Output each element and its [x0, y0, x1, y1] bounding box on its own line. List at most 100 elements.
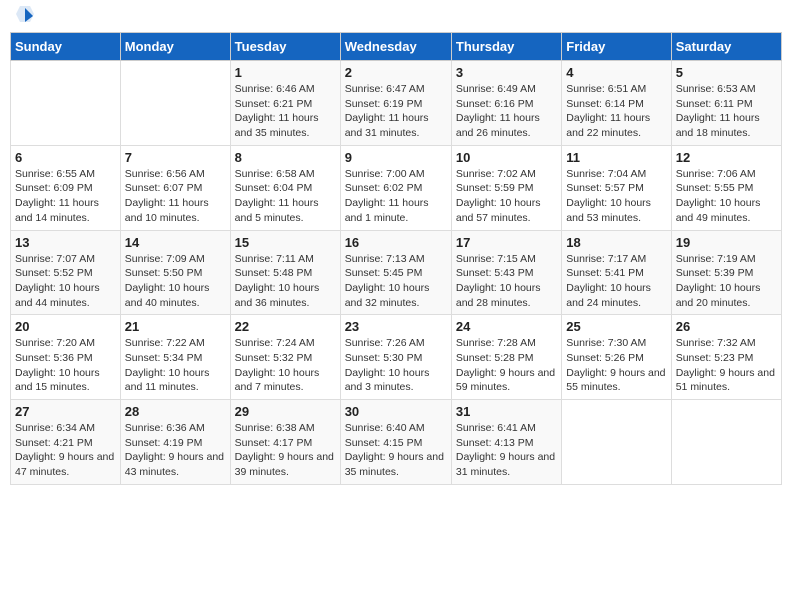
day-number: 13	[15, 235, 116, 250]
day-number: 8	[235, 150, 336, 165]
day-number: 22	[235, 319, 336, 334]
day-info: Sunrise: 6:47 AM Sunset: 6:19 PM Dayligh…	[345, 82, 447, 141]
calendar-cell: 16 Sunrise: 7:13 AM Sunset: 5:45 PM Dayli…	[340, 230, 451, 315]
day-info: Sunrise: 7:02 AM Sunset: 5:59 PM Dayligh…	[456, 167, 557, 226]
day-number: 31	[456, 404, 557, 419]
calendar-cell: 14 Sunrise: 7:09 AM Sunset: 5:50 PM Dayli…	[120, 230, 230, 315]
day-number: 20	[15, 319, 116, 334]
day-number: 4	[566, 65, 666, 80]
day-info: Sunrise: 7:11 AM Sunset: 5:48 PM Dayligh…	[235, 252, 336, 311]
calendar-cell: 25 Sunrise: 7:30 AM Sunset: 5:26 PM Dayli…	[562, 315, 671, 400]
calendar-cell: 18 Sunrise: 7:17 AM Sunset: 5:41 PM Dayli…	[562, 230, 671, 315]
day-info: Sunrise: 7:09 AM Sunset: 5:50 PM Dayligh…	[125, 252, 226, 311]
calendar-cell: 7 Sunrise: 6:56 AM Sunset: 6:07 PM Daylig…	[120, 145, 230, 230]
day-number: 23	[345, 319, 447, 334]
calendar-week-1: 1Sunrise: 6:46 AM Sunset: 6:21 PM Daylig…	[11, 61, 782, 146]
column-header-thursday: Thursday	[451, 33, 561, 61]
day-info: Sunrise: 7:20 AM Sunset: 5:36 PM Dayligh…	[15, 336, 116, 395]
calendar-cell: 13 Sunrise: 7:07 AM Sunset: 5:52 PM Dayli…	[11, 230, 121, 315]
day-info: Sunrise: 7:32 AM Sunset: 5:23 PM Dayligh…	[676, 336, 777, 395]
column-header-tuesday: Tuesday	[230, 33, 340, 61]
calendar-cell: 31 Sunrise: 6:41 AM Sunset: 4:13 PM Dayli…	[451, 400, 561, 485]
calendar-cell: 2 Sunrise: 6:47 AM Sunset: 6:19 PM Daylig…	[340, 61, 451, 146]
calendar-cell: 17 Sunrise: 7:15 AM Sunset: 5:43 PM Dayli…	[451, 230, 561, 315]
calendar-cell: 3 Sunrise: 6:49 AM Sunset: 6:16 PM Daylig…	[451, 61, 561, 146]
logo	[14, 10, 34, 24]
day-info: Sunrise: 6:56 AM Sunset: 6:07 PM Dayligh…	[125, 167, 226, 226]
day-info: Sunrise: 6:40 AM Sunset: 4:15 PM Dayligh…	[345, 421, 447, 480]
day-number: 16	[345, 235, 447, 250]
day-number: 7	[125, 150, 226, 165]
calendar-week-4: 20 Sunrise: 7:20 AM Sunset: 5:36 PM Dayli…	[11, 315, 782, 400]
day-number: 2	[345, 65, 447, 80]
calendar-cell: 8 Sunrise: 6:58 AM Sunset: 6:04 PM Daylig…	[230, 145, 340, 230]
day-info: Sunrise: 7:04 AM Sunset: 5:57 PM Dayligh…	[566, 167, 666, 226]
calendar-cell: 15 Sunrise: 7:11 AM Sunset: 5:48 PM Dayli…	[230, 230, 340, 315]
day-info: Sunrise: 7:28 AM Sunset: 5:28 PM Dayligh…	[456, 336, 557, 395]
column-header-sunday: Sunday	[11, 33, 121, 61]
day-info: Sunrise: 6:38 AM Sunset: 4:17 PM Dayligh…	[235, 421, 336, 480]
calendar-cell: 4 Sunrise: 6:51 AM Sunset: 6:14 PM Daylig…	[562, 61, 671, 146]
day-info: Sunrise: 6:49 AM Sunset: 6:16 PM Dayligh…	[456, 82, 557, 141]
day-info: Sunrise: 6:53 AM Sunset: 6:11 PM Dayligh…	[676, 82, 777, 141]
day-info: Sunrise: 7:06 AM Sunset: 5:55 PM Dayligh…	[676, 167, 777, 226]
calendar-week-3: 13 Sunrise: 7:07 AM Sunset: 5:52 PM Dayli…	[11, 230, 782, 315]
day-number: 25	[566, 319, 666, 334]
day-number: 21	[125, 319, 226, 334]
day-info: Sunrise: 6:58 AM Sunset: 6:04 PM Dayligh…	[235, 167, 336, 226]
calendar-cell: 28Sunrise: 6:36 AM Sunset: 4:19 PM Dayli…	[120, 400, 230, 485]
calendar-cell	[120, 61, 230, 146]
calendar-cell: 26Sunrise: 7:32 AM Sunset: 5:23 PM Dayli…	[671, 315, 781, 400]
calendar-week-2: 6 Sunrise: 6:55 AM Sunset: 6:09 PM Daylig…	[11, 145, 782, 230]
day-info: Sunrise: 7:19 AM Sunset: 5:39 PM Dayligh…	[676, 252, 777, 311]
day-info: Sunrise: 6:34 AM Sunset: 4:21 PM Dayligh…	[15, 421, 116, 480]
calendar-cell	[562, 400, 671, 485]
day-number: 15	[235, 235, 336, 250]
day-number: 14	[125, 235, 226, 250]
calendar-cell: 19Sunrise: 7:19 AM Sunset: 5:39 PM Dayli…	[671, 230, 781, 315]
calendar-cell: 9 Sunrise: 7:00 AM Sunset: 6:02 PM Daylig…	[340, 145, 451, 230]
day-number: 11	[566, 150, 666, 165]
day-info: Sunrise: 7:30 AM Sunset: 5:26 PM Dayligh…	[566, 336, 666, 395]
column-header-saturday: Saturday	[671, 33, 781, 61]
day-number: 9	[345, 150, 447, 165]
day-info: Sunrise: 7:22 AM Sunset: 5:34 PM Dayligh…	[125, 336, 226, 395]
column-header-monday: Monday	[120, 33, 230, 61]
day-info: Sunrise: 7:07 AM Sunset: 5:52 PM Dayligh…	[15, 252, 116, 311]
day-number: 3	[456, 65, 557, 80]
day-info: Sunrise: 7:15 AM Sunset: 5:43 PM Dayligh…	[456, 252, 557, 311]
day-number: 1	[235, 65, 336, 80]
calendar-cell: 20 Sunrise: 7:20 AM Sunset: 5:36 PM Dayli…	[11, 315, 121, 400]
day-number: 6	[15, 150, 116, 165]
calendar-cell: 24 Sunrise: 7:28 AM Sunset: 5:28 PM Dayli…	[451, 315, 561, 400]
calendar-cell: 11 Sunrise: 7:04 AM Sunset: 5:57 PM Dayli…	[562, 145, 671, 230]
page-header	[10, 10, 782, 24]
calendar-header-row: SundayMondayTuesdayWednesdayThursdayFrid…	[11, 33, 782, 61]
day-number: 24	[456, 319, 557, 334]
column-header-wednesday: Wednesday	[340, 33, 451, 61]
day-info: Sunrise: 7:13 AM Sunset: 5:45 PM Dayligh…	[345, 252, 447, 311]
calendar-cell: 30Sunrise: 6:40 AM Sunset: 4:15 PM Dayli…	[340, 400, 451, 485]
calendar-cell: 1Sunrise: 6:46 AM Sunset: 6:21 PM Daylig…	[230, 61, 340, 146]
day-info: Sunrise: 7:17 AM Sunset: 5:41 PM Dayligh…	[566, 252, 666, 311]
day-info: Sunrise: 6:36 AM Sunset: 4:19 PM Dayligh…	[125, 421, 226, 480]
calendar-cell: 23Sunrise: 7:26 AM Sunset: 5:30 PM Dayli…	[340, 315, 451, 400]
calendar-cell: 29Sunrise: 6:38 AM Sunset: 4:17 PM Dayli…	[230, 400, 340, 485]
day-number: 27	[15, 404, 116, 419]
column-header-friday: Friday	[562, 33, 671, 61]
day-number: 10	[456, 150, 557, 165]
calendar-cell: 12Sunrise: 7:06 AM Sunset: 5:55 PM Dayli…	[671, 145, 781, 230]
day-info: Sunrise: 6:41 AM Sunset: 4:13 PM Dayligh…	[456, 421, 557, 480]
day-number: 18	[566, 235, 666, 250]
day-info: Sunrise: 6:51 AM Sunset: 6:14 PM Dayligh…	[566, 82, 666, 141]
calendar-cell	[671, 400, 781, 485]
calendar-cell: 22 Sunrise: 7:24 AM Sunset: 5:32 PM Dayli…	[230, 315, 340, 400]
day-info: Sunrise: 7:24 AM Sunset: 5:32 PM Dayligh…	[235, 336, 336, 395]
day-info: Sunrise: 7:00 AM Sunset: 6:02 PM Dayligh…	[345, 167, 447, 226]
day-number: 17	[456, 235, 557, 250]
day-info: Sunrise: 6:55 AM Sunset: 6:09 PM Dayligh…	[15, 167, 116, 226]
logo-icon	[16, 6, 34, 24]
calendar-week-5: 27 Sunrise: 6:34 AM Sunset: 4:21 PM Dayli…	[11, 400, 782, 485]
calendar-cell: 5 Sunrise: 6:53 AM Sunset: 6:11 PM Daylig…	[671, 61, 781, 146]
day-number: 5	[676, 65, 777, 80]
